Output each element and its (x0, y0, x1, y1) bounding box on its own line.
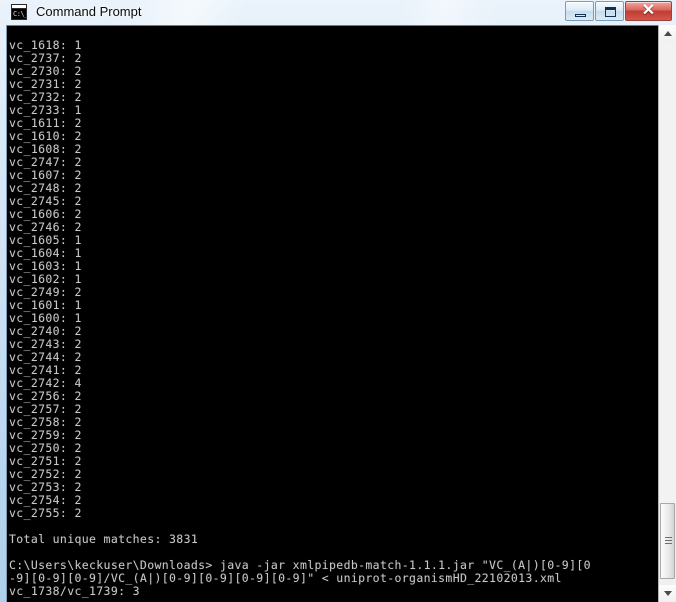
icon-screen: C:\_ (12, 9, 27, 19)
command-prompt-icon[interactable]: C:\_ (11, 4, 27, 20)
scrollbar-track[interactable] (659, 42, 676, 503)
title-bar[interactable]: C:\_ Command Prompt ✕ (0, 0, 676, 25)
scrollbar-up-button[interactable] (659, 25, 676, 42)
close-button[interactable]: ✕ (625, 1, 672, 21)
minimize-icon (575, 14, 586, 17)
scrollbar-grip-icon (665, 537, 672, 546)
window-title: Command Prompt (36, 4, 142, 19)
caption-buttons: ✕ (564, 1, 672, 21)
scroll-up-arrow-icon (664, 31, 672, 36)
scrollbar-down-button[interactable] (659, 585, 676, 602)
console-scrollbar[interactable] (658, 25, 676, 602)
scrollbar-thumb[interactable] (660, 503, 675, 579)
minimize-button[interactable] (565, 1, 594, 21)
scroll-down-arrow-icon (664, 591, 672, 596)
console-text: vc_1618: 1 vc_2737: 2 vc_2730: 2 vc_2731… (9, 37, 591, 598)
console-output-area[interactable]: vc_1618: 1 vc_2737: 2 vc_2730: 2 vc_2731… (6, 25, 676, 602)
maximize-icon (605, 7, 616, 17)
close-icon: ✕ (641, 2, 656, 19)
maximize-button[interactable] (595, 1, 624, 21)
command-prompt-window: C:\_ Command Prompt ✕ vc_1618: 1 vc_2737… (0, 0, 676, 602)
